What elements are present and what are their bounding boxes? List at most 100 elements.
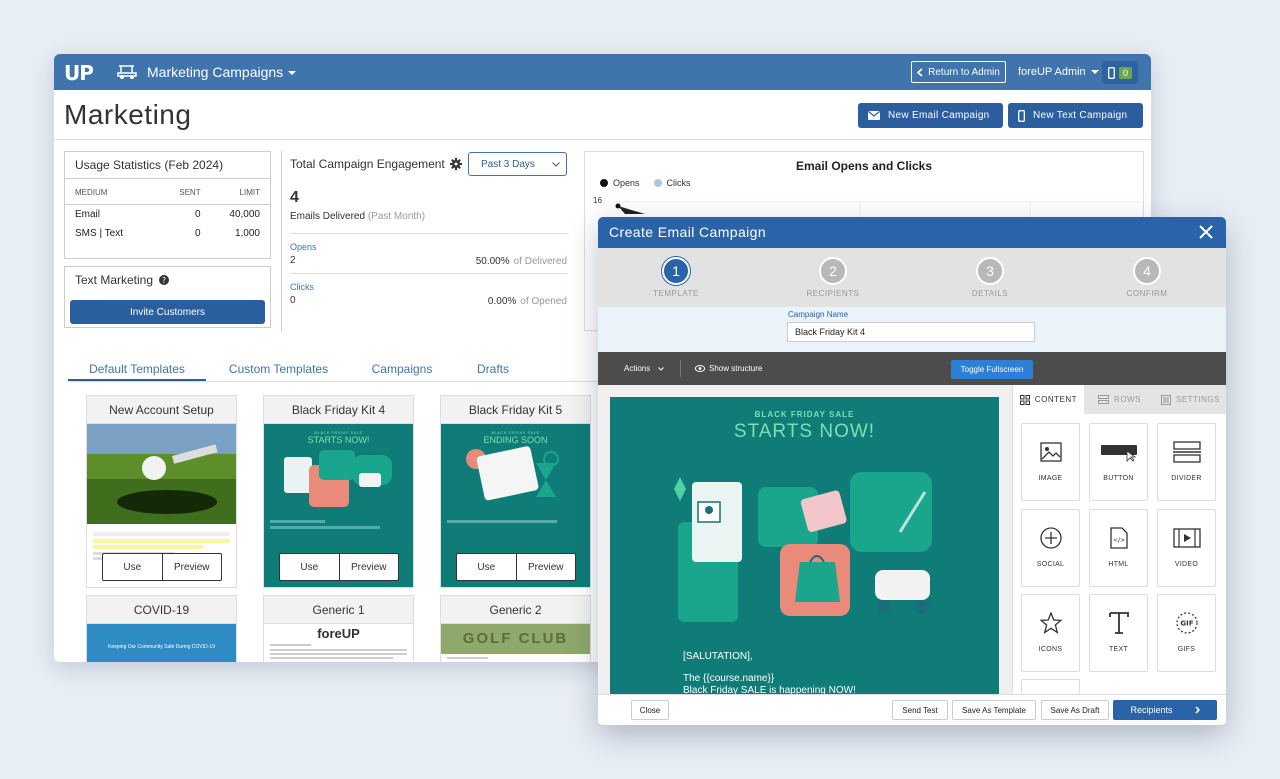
template-card[interactable]: COVID-19 Keeping Our Community Safe Duri… <box>86 595 237 662</box>
table-row: Email 0 40,000 <box>65 205 270 225</box>
usage-limit: 1,000 <box>234 228 260 239</box>
help-icon[interactable]: ? <box>159 275 170 285</box>
step-number: 3 <box>976 257 1004 285</box>
chart-legend: Opens Clicks <box>600 178 691 188</box>
legend-item-opens[interactable]: Opens <box>600 178 640 188</box>
preview-template-button[interactable]: Preview <box>338 554 399 580</box>
template-thumbnail: GOLF CLUB <box>441 624 590 662</box>
show-structure-label: Show structure <box>709 364 763 373</box>
new-email-campaign-button[interactable]: New Email Campaign <box>858 103 1003 128</box>
step-confirm[interactable]: 4 CONFIRM <box>1102 257 1192 298</box>
invite-customers-button[interactable]: Invite Customers <box>70 300 265 324</box>
step-details[interactable]: 3 DETAILS <box>945 257 1035 298</box>
tile-icons[interactable]: ICONS <box>1021 594 1080 672</box>
preview-template-button[interactable]: Preview <box>161 554 222 580</box>
template-preview-text <box>264 520 413 529</box>
tile-image[interactable]: IMAGE <box>1021 423 1080 501</box>
canvas-body-line: Black Friday SALE is happening NOW! <box>683 685 856 694</box>
black-friday-illustration <box>674 472 932 622</box>
period-select[interactable]: Past 3 Days <box>468 152 567 176</box>
tile-html[interactable]: </> HTML <box>1089 509 1148 587</box>
toggle-fullscreen-button[interactable]: Toggle Fullscreen <box>951 360 1033 379</box>
clicks-pct: 0.00% <box>487 296 517 307</box>
foreup-logo[interactable]: UP <box>64 61 94 85</box>
legend-item-clicks[interactable]: Clicks <box>653 178 691 188</box>
star-icon <box>1039 612 1062 634</box>
save-as-template-button[interactable]: Save As Template <box>952 700 1036 720</box>
tile-button[interactable]: BUTTON <box>1089 423 1148 501</box>
step-recipients[interactable]: 2 RECIPIENTS <box>788 257 878 298</box>
gif-icon: GIF <box>1175 612 1198 634</box>
tab-custom-templates[interactable]: Custom Templates <box>206 354 351 381</box>
use-template-button[interactable]: Use <box>103 554 162 580</box>
campaign-name-row: Campaign Name Black Friday Kit 4 <box>598 307 1226 352</box>
email-canvas[interactable]: BLACK FRIDAY SALE STARTS NOW! [SALUTATIO… <box>610 397 999 694</box>
notification-count: 0 <box>1118 66 1132 79</box>
template-preview-text <box>264 641 413 662</box>
sidebar-tab-content[interactable]: CONTENT <box>1013 385 1084 414</box>
actions-menu[interactable]: Actions <box>624 364 665 373</box>
delivered-count: 4 <box>290 189 299 206</box>
tile-video[interactable]: VIDEO <box>1157 509 1216 587</box>
new-text-campaign-button[interactable]: New Text Campaign <box>1008 103 1143 128</box>
template-banner-big: STARTS NOW! <box>307 435 370 445</box>
tab-drafts[interactable]: Drafts <box>453 354 533 381</box>
template-card[interactable]: Generic 1 foreUP <box>263 595 414 662</box>
svg-text:?: ? <box>162 276 166 285</box>
step-template[interactable]: 1 TEMPLATE <box>631 257 721 298</box>
return-to-admin-button[interactable]: Return to Admin <box>911 61 1006 83</box>
app-switcher[interactable]: Marketing Campaigns <box>147 64 297 80</box>
chevron-right-icon <box>1194 706 1200 714</box>
template-card[interactable]: Black Friday Kit 5 BLACK FRIDAY SALE END… <box>440 395 591 588</box>
tile-label: SOCIAL <box>1036 561 1065 568</box>
usage-sent: 0 <box>195 209 201 220</box>
template-preview-text <box>441 654 590 662</box>
sidebar-tab-settings[interactable]: SETTINGS <box>1155 385 1226 414</box>
tile-text[interactable]: TEXT <box>1089 594 1148 672</box>
usage-limit: 40,000 <box>229 209 260 220</box>
preview-template-button[interactable]: Preview <box>515 554 576 580</box>
clicks-of: of Opened <box>520 296 567 307</box>
page-title: Marketing <box>64 99 192 130</box>
use-template-button[interactable]: Use <box>280 554 339 580</box>
send-test-button[interactable]: Send Test <box>892 700 948 720</box>
close-button[interactable]: Close <box>631 700 669 720</box>
tab-campaigns[interactable]: Campaigns <box>351 354 453 381</box>
template-card[interactable]: Black Friday Kit 4 BLACK FRIDAY SALE STA… <box>263 395 414 588</box>
save-as-draft-button[interactable]: Save As Draft <box>1041 700 1109 720</box>
html-file-icon: </> <box>1109 527 1128 549</box>
video-icon <box>1172 528 1201 548</box>
template-card[interactable]: New Account Setup Use Preview <box>86 395 237 588</box>
tile-divider[interactable]: DIVIDER <box>1157 423 1216 501</box>
canvas-course-line: The {{course.name}} <box>683 673 775 684</box>
template-thumbnail: Use Preview <box>87 424 236 587</box>
plus-circle-icon <box>1039 527 1062 549</box>
template-thumbnail: Keeping Our Community Safe During COVID-… <box>87 624 236 662</box>
sidebar-tab-label: CONTENT <box>1034 395 1078 404</box>
recipients-next-button[interactable]: Recipients <box>1113 700 1217 720</box>
settings-icon <box>1160 394 1171 405</box>
step-label: DETAILS <box>971 289 1009 298</box>
sidebar-tabs: CONTENT ROWS SETTINGS <box>1013 385 1226 414</box>
template-card[interactable]: Generic 2 GOLF CLUB <box>440 595 591 662</box>
usage-table: MEDIUM SENT LIMIT Email 0 40,000 SMS | T… <box>65 179 270 243</box>
usage-header-limit: LIMIT <box>200 179 270 205</box>
period-value: Past 3 Days <box>481 158 535 170</box>
tile-social[interactable]: SOCIAL <box>1021 509 1080 587</box>
show-structure-toggle[interactable]: Show structure <box>695 364 762 373</box>
foreup-logo: foreUP <box>317 626 360 641</box>
close-icon[interactable] <box>1198 224 1214 240</box>
campaign-name-input[interactable]: Black Friday Kit 4 <box>787 322 1035 342</box>
use-template-button[interactable]: Use <box>457 554 516 580</box>
template-actions: Use Preview <box>102 553 222 581</box>
tile-gifs[interactable]: GIF GIFS <box>1157 594 1216 672</box>
template-thumbnail: BLACK FRIDAY SALE STARTS NOW! Use Previe… <box>264 424 413 587</box>
admin-menu[interactable]: foreUP Admin <box>1018 66 1099 78</box>
gear-icon[interactable] <box>450 158 462 170</box>
chart-title: Email Opens and Clicks <box>795 159 933 173</box>
sidebar-tab-rows[interactable]: ROWS <box>1084 385 1155 414</box>
tab-default-templates[interactable]: Default Templates <box>68 354 206 381</box>
text-marketing-label: Text Marketing <box>75 273 154 287</box>
notifications-button[interactable]: 0 <box>1102 61 1138 84</box>
image-icon <box>1039 442 1062 462</box>
